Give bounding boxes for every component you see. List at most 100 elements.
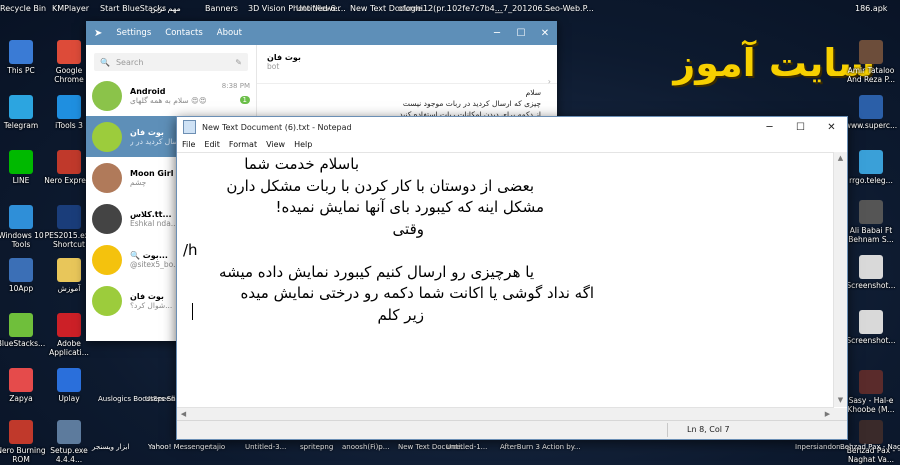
close-icon[interactable]: ✕ xyxy=(816,122,847,133)
minimize-icon[interactable]: ─ xyxy=(485,28,509,39)
minimize-icon[interactable]: ─ xyxy=(754,122,785,133)
text-line: مشکل اینه که کیبورد بای آنها نمایش نمیده… xyxy=(275,198,544,216)
status-bar: Ln 8, Col 7 xyxy=(177,420,847,439)
app-icon xyxy=(57,205,81,229)
unread-badge: 1 xyxy=(239,96,250,104)
desktop-icon[interactable]: Setup.exe 4.4.4... xyxy=(40,420,98,464)
vertical-scrollbar[interactable]: ▲ ▼ xyxy=(833,152,847,407)
maximize-icon[interactable]: ☐ xyxy=(509,28,533,39)
menu-format[interactable]: Format xyxy=(229,140,257,149)
desktop-icon[interactable]: Amir Tataloo And Reza P... xyxy=(842,40,900,84)
message-line: چیزی که ارسال کردید در ربات موجود نیست xyxy=(402,99,541,108)
desktop-banner: سایت آموز xyxy=(585,35,885,120)
desktop-icon[interactable]: Screenshot... xyxy=(842,255,900,290)
menu-help[interactable]: Help xyxy=(294,140,312,149)
file-icon xyxy=(859,95,883,119)
app-icon xyxy=(57,420,81,444)
desktop-icon-label[interactable]: __7_201206... xyxy=(495,4,550,13)
desktop-icon[interactable]: www.superc... xyxy=(842,95,900,130)
desktop-icon-label[interactable]: 186.apk xyxy=(855,4,887,13)
desktop-icon-label: Amir Tataloo And Reza P... xyxy=(847,66,895,84)
telegram-nav: Settings Contacts About xyxy=(102,28,242,38)
desktop-icon[interactable]: Ali Babai Ft Behnam S... xyxy=(842,200,900,244)
compose-icon[interactable]: ✎ xyxy=(235,58,242,67)
desktop-icon-label[interactable]: مهم ترین xyxy=(150,4,181,13)
chat-subtitle: bot xyxy=(267,62,280,71)
desktop-icon-label[interactable]: ofoghi12(pr... xyxy=(398,4,452,13)
desktop-icon[interactable]: Screenshot... xyxy=(842,310,900,345)
notepad-text-area[interactable]: باسلام خدمت شما بعضی از دوستان با کار کرد… xyxy=(177,152,834,407)
app-icon xyxy=(9,368,33,392)
desktop-icon-label: Ali Babai Ft Behnam S... xyxy=(848,226,894,244)
desktop-icon-label[interactable]: Recycle Bin xyxy=(0,4,46,13)
chat-time: 8:38 PM xyxy=(221,82,250,90)
notepad-menubar: File Edit Format View Help xyxy=(177,137,847,151)
desktop-icon-label[interactable]: Yahoo! Messenger xyxy=(148,443,212,451)
app-icon xyxy=(9,420,33,444)
maximize-icon[interactable]: ☐ xyxy=(785,122,816,133)
telegram-nav-settings[interactable]: Settings xyxy=(116,28,151,38)
search-field[interactable]: 🔍 Search ✎ xyxy=(94,53,248,71)
message-line: سلام xyxy=(525,88,541,97)
desktop-icon-label[interactable]: spritepng xyxy=(300,443,333,451)
notepad-titlebar[interactable]: New Text Document (6).txt - Notepad ─ ☐ … xyxy=(177,117,847,137)
scroll-down-icon[interactable]: ▼ xyxy=(834,394,847,407)
desktop-icon[interactable]: Sasy - Hal-e Khoobe (M... xyxy=(842,370,900,414)
close-icon[interactable]: ✕ xyxy=(533,28,557,39)
desktop-top-row: Recycle Bin KMPlayer Start BlueStacks مهم ت… xyxy=(0,0,900,18)
desktop-icon-label[interactable]: Behzad Pax - Naghat Va... xyxy=(840,443,900,451)
text-line: /h xyxy=(183,241,198,259)
file-icon xyxy=(859,40,883,64)
desktop-icon-label[interactable]: ابزار ویسنجر xyxy=(92,443,129,451)
desktop-icon-label[interactable]: Untitled-6.... xyxy=(296,4,346,13)
menu-view[interactable]: View xyxy=(266,140,285,149)
desktop-icon-label: www.superc... xyxy=(844,121,898,130)
text-line: بعضی از دوستان با کار کردن با ربات مشکل … xyxy=(226,176,534,195)
menu-file[interactable]: File xyxy=(182,140,195,149)
desktop-icon-label[interactable]: Untitled-3... xyxy=(245,443,286,451)
desktop-icon[interactable]: Behzad Pax - Naghat Va... xyxy=(842,420,900,464)
desktop-icon-label: Screenshot... xyxy=(846,281,896,290)
desktop-icon-label[interactable]: Seo-Web.P... xyxy=(545,4,594,13)
chevron-right-icon[interactable]: › xyxy=(548,77,551,86)
desktop-icon-label[interactable]: AfterBurn 3 Action by... xyxy=(500,443,581,451)
scroll-up-icon[interactable]: ▲ xyxy=(834,152,847,165)
app-icon xyxy=(9,205,33,229)
horizontal-scrollbar[interactable]: ◀ ▶ xyxy=(177,407,834,421)
desktop-icon-label: Sasy - Hal-e Khoobe (M... xyxy=(847,396,895,414)
text-line: زیر کلم xyxy=(377,305,424,324)
desktop-icon-label[interactable]: KMPlayer xyxy=(52,4,89,13)
app-icon xyxy=(57,368,81,392)
app-icon xyxy=(57,313,81,337)
chat-title: بوت فان xyxy=(267,53,301,62)
app-icon xyxy=(57,95,81,119)
desktop-icon-label[interactable]: Untitled-1... xyxy=(446,443,487,451)
chat-header[interactable]: بوت فان bot xyxy=(257,45,557,84)
app-icon xyxy=(57,258,81,282)
chat-item[interactable]: Android سلام به همه گلهای 😍😍 8:38 PM 1 xyxy=(86,75,256,116)
telegram-titlebar[interactable]: ➤ Settings Contacts About ─ ☐ ✕ xyxy=(86,21,557,45)
app-icon xyxy=(9,258,33,282)
notepad-window[interactable]: New Text Document (6).txt - Notepad ─ ☐ … xyxy=(176,116,848,440)
desktop-icon-label: rrgo.teleg... xyxy=(849,176,893,185)
text-line: اگه نداد گوشی یا اکانت شما دکمه رو درختی… xyxy=(240,284,594,302)
cursor-position: Ln 8, Col 7 xyxy=(687,425,730,434)
desktop-icon[interactable]: Uplay xyxy=(40,368,98,403)
desktop-icon-label[interactable]: tajio xyxy=(210,443,225,451)
desktop-icon-label[interactable]: Banners xyxy=(205,4,238,13)
text-line: یا هرچیزی رو ارسال کنیم کیبورد نمایش داد… xyxy=(219,262,534,281)
telegram-nav-contacts[interactable]: Contacts xyxy=(165,28,203,38)
text-line: باسلام خدمت شما xyxy=(244,155,359,173)
search-icon: 🔍 xyxy=(100,57,110,67)
app-icon xyxy=(9,150,33,174)
status-divider xyxy=(667,423,668,437)
text-caret xyxy=(192,303,193,320)
app-icon xyxy=(9,95,33,119)
desktop-icon-label[interactable]: anoosh(Fi)p... xyxy=(342,443,389,451)
menu-edit[interactable]: Edit xyxy=(204,140,220,149)
desktop-icon[interactable]: rrgo.teleg... xyxy=(842,150,900,185)
notepad-title: New Text Document (6).txt - Notepad xyxy=(202,122,352,132)
text-line: وقتی xyxy=(392,219,424,238)
telegram-nav-about[interactable]: About xyxy=(217,28,242,38)
app-icon xyxy=(57,40,81,64)
